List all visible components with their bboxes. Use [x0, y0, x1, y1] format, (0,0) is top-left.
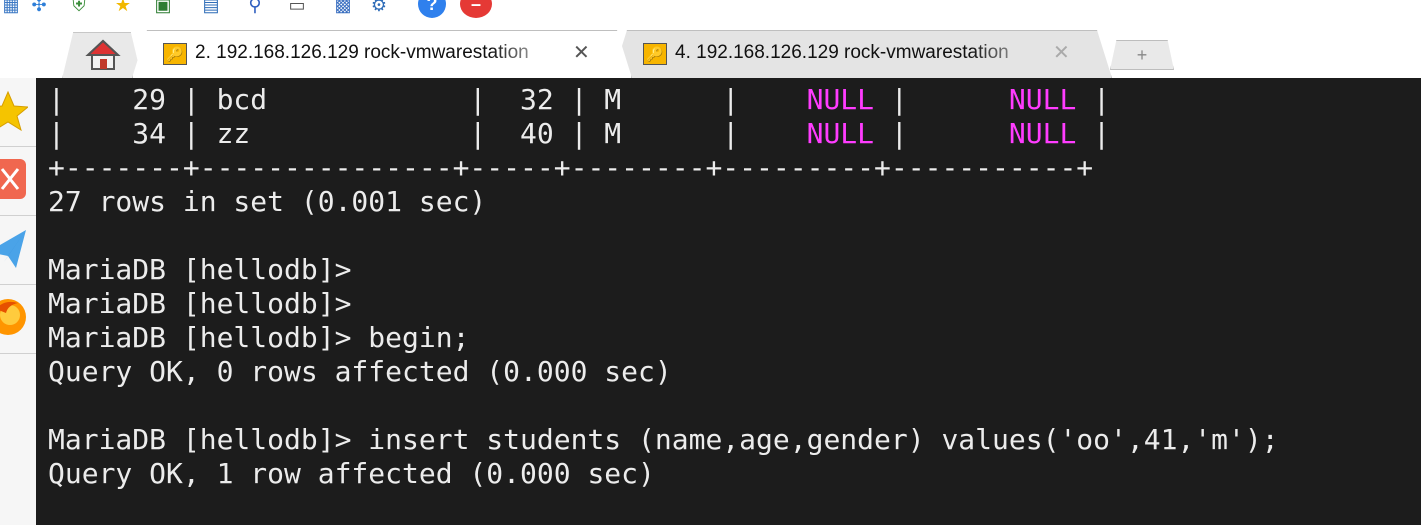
prompt-line: MariaDB [hellodb]> — [48, 287, 352, 320]
monitor-network-icon[interactable]: ▭ — [286, 0, 308, 16]
new-tab-button[interactable]: + — [1110, 40, 1174, 70]
gear-icon[interactable]: ⚙ — [368, 0, 390, 16]
sidebar-favorite-button[interactable] — [0, 78, 36, 147]
grid-icon[interactable]: ▦ — [0, 0, 22, 16]
row-end: | — [1076, 83, 1111, 116]
null-value: NULL — [806, 117, 875, 150]
top-toolbar: ▦ ✣ ⛨ ★ ▣ ▤ ⚲ ▭ ▩ ⚙ ? – — [0, 0, 1421, 22]
monitor-user-icon[interactable]: ▣ — [152, 0, 174, 16]
star-icon[interactable]: ★ — [112, 0, 134, 16]
tab-title: 4. 192.168.126.129 rock-vmwarestation — [675, 42, 1009, 63]
null-value: NULL — [1008, 83, 1077, 116]
terminal-output[interactable]: | 29 | bcd | 32 | M | NULL | NULL | | 34… — [36, 78, 1421, 525]
row-cells: | 34 | zz | 40 | M | — [48, 117, 807, 150]
star-icon — [0, 90, 28, 132]
close-tab-icon[interactable]: ✕ — [573, 40, 590, 65]
help-icon[interactable]: ? — [418, 0, 446, 18]
row-cells: | 29 | bcd | 32 | M | — [48, 83, 807, 116]
command-line: MariaDB [hellodb]> begin; — [48, 321, 470, 354]
tab-session-4[interactable]: 🔑 4. 192.168.126.129 rock-vmwarestation … — [612, 30, 1112, 78]
tab-strip: 🔑 4. 192.168.126.129 rock-vmwarestation … — [0, 22, 1421, 79]
stop-icon[interactable]: – — [460, 0, 492, 18]
home-icon — [85, 39, 121, 70]
null-value: NULL — [1008, 117, 1077, 150]
key-icon: 🔑 — [643, 43, 667, 65]
tab-session-2[interactable]: 🔑 2. 192.168.126.129 rock-vmwarestation … — [132, 30, 632, 78]
row-separator: | — [874, 83, 1009, 116]
pin-icon[interactable]: ⚲ — [244, 0, 266, 16]
network-icon[interactable]: ✣ — [28, 0, 50, 16]
sidebar-cut-button[interactable] — [0, 147, 36, 216]
shield-icon[interactable]: ⛨ — [68, 0, 90, 16]
table-border: +-------+---------------+-----+--------+… — [48, 151, 1094, 184]
close-tab-icon[interactable]: ✕ — [1053, 40, 1070, 65]
home-tab[interactable] — [62, 32, 142, 79]
plus-icon: + — [1136, 44, 1148, 65]
launcher-sidebar — [0, 78, 36, 525]
send-icon — [0, 230, 26, 268]
table-row: | 34 | zz | 40 | M | NULL | NULL | — [48, 117, 1110, 151]
monitor-icon[interactable]: ▤ — [200, 0, 222, 16]
query-result: Query OK, 0 rows affected (0.000 sec) — [48, 355, 672, 388]
image-icon[interactable]: ▩ — [332, 0, 354, 16]
sidebar-send-button[interactable] — [0, 216, 36, 285]
key-icon: 🔑 — [163, 43, 187, 65]
sidebar-browser-button[interactable] — [0, 285, 36, 354]
row-separator: | — [874, 117, 1009, 150]
row-end: | — [1076, 117, 1111, 150]
null-value: NULL — [806, 83, 875, 116]
table-row: | 29 | bcd | 32 | M | NULL | NULL | — [48, 83, 1110, 117]
result-summary: 27 rows in set (0.001 sec) — [48, 185, 487, 218]
prompt-line: MariaDB [hellodb]> — [48, 253, 352, 286]
tab-title: 2. 192.168.126.129 rock-vmwarestation — [195, 42, 529, 63]
query-result: Query OK, 1 row affected (0.000 sec) — [48, 457, 655, 490]
firefox-icon — [0, 299, 26, 335]
cut-icon — [0, 159, 26, 199]
command-line: MariaDB [hellodb]> insert students (name… — [48, 423, 1279, 456]
